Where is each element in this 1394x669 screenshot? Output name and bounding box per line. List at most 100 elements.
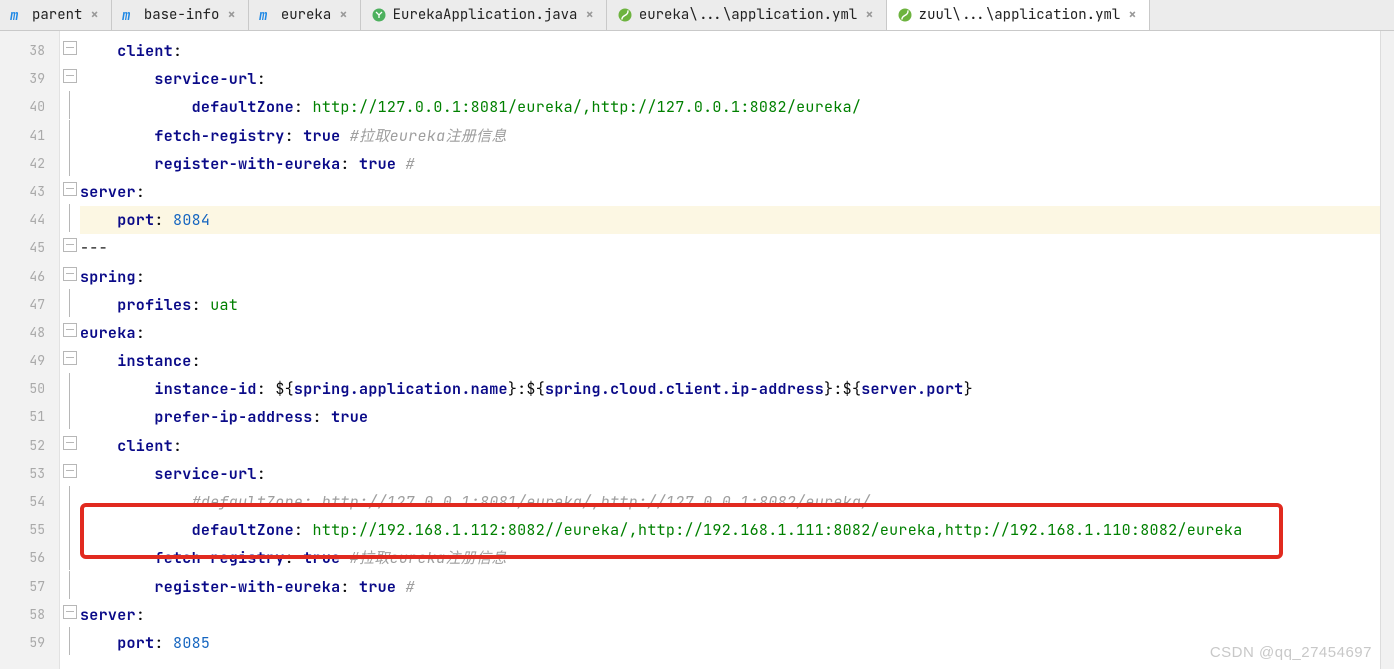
maven-icon: m bbox=[259, 7, 275, 23]
fold-mark[interactable] bbox=[60, 573, 80, 601]
tab-1[interactable]: m base-info × bbox=[112, 0, 249, 30]
code-line[interactable]: client: bbox=[80, 37, 1380, 65]
line-number: 40 bbox=[0, 93, 59, 121]
line-number: 39 bbox=[0, 65, 59, 93]
close-icon[interactable]: × bbox=[583, 6, 595, 24]
fold-mark[interactable] bbox=[60, 206, 80, 234]
tab-bar: mparent×mbase-info×meureka×EurekaApplica… bbox=[0, 0, 1394, 31]
java-icon bbox=[371, 7, 387, 23]
code-line[interactable]: register-with-eureka: true # bbox=[80, 573, 1380, 601]
close-icon[interactable]: × bbox=[225, 6, 237, 24]
line-number: 56 bbox=[0, 544, 59, 572]
line-number: 54 bbox=[0, 488, 59, 516]
tab-2[interactable]: meureka × bbox=[249, 0, 361, 30]
code-line[interactable]: profiles: uat bbox=[80, 291, 1380, 319]
fold-mark[interactable] bbox=[60, 544, 80, 572]
line-number: 41 bbox=[0, 122, 59, 150]
spring-icon bbox=[617, 7, 633, 23]
tab-4[interactable]: eureka\...\application.yml × bbox=[607, 0, 887, 30]
code-line[interactable]: service-url: bbox=[80, 460, 1380, 488]
fold-mark[interactable] bbox=[60, 263, 80, 291]
line-number: 45 bbox=[0, 234, 59, 262]
fold-mark[interactable] bbox=[60, 516, 80, 544]
svg-text:m: m bbox=[259, 7, 268, 23]
line-number: 49 bbox=[0, 347, 59, 375]
line-number: 48 bbox=[0, 319, 59, 347]
fold-mark[interactable] bbox=[60, 601, 80, 629]
line-number: 43 bbox=[0, 178, 59, 206]
code-line[interactable]: port: 8085 bbox=[80, 629, 1380, 657]
code-line[interactable]: register-with-eureka: true # bbox=[80, 150, 1380, 178]
tab-3[interactable]: EurekaApplication.java × bbox=[361, 0, 607, 30]
fold-mark[interactable] bbox=[60, 347, 80, 375]
tab-label: eureka bbox=[281, 6, 331, 24]
code-line[interactable]: fetch-registry: true #拉取eureka注册信息 bbox=[80, 544, 1380, 572]
spring-icon bbox=[897, 7, 913, 23]
close-icon[interactable]: × bbox=[1126, 6, 1138, 24]
tab-label: EurekaApplication.java bbox=[393, 6, 578, 24]
watermark-text: CSDN @qq_27454697 bbox=[1210, 644, 1372, 661]
code-line[interactable]: server: bbox=[80, 601, 1380, 629]
close-icon[interactable]: × bbox=[337, 6, 349, 24]
line-number: 55 bbox=[0, 516, 59, 544]
fold-mark[interactable] bbox=[60, 403, 80, 431]
svg-text:m: m bbox=[10, 7, 19, 23]
line-number: 53 bbox=[0, 460, 59, 488]
close-icon[interactable]: × bbox=[863, 6, 875, 24]
fold-mark[interactable] bbox=[60, 93, 80, 121]
tab-5[interactable]: zuul\...\application.yml × bbox=[887, 0, 1150, 30]
vertical-scrollbar[interactable] bbox=[1380, 31, 1394, 669]
code-line[interactable]: instance: bbox=[80, 347, 1380, 375]
code-line[interactable]: defaultZone: http://192.168.1.112:8082//… bbox=[80, 516, 1380, 544]
line-number: 47 bbox=[0, 291, 59, 319]
fold-gutter[interactable] bbox=[60, 31, 80, 669]
maven-icon: m bbox=[122, 7, 138, 23]
line-number-gutter: 3839404142434445464748495051525354555657… bbox=[0, 31, 60, 669]
fold-mark[interactable] bbox=[60, 37, 80, 65]
code-line[interactable]: defaultZone: http://127.0.0.1:8081/eurek… bbox=[80, 93, 1380, 121]
code-line[interactable]: #defaultZone: http://127.0.0.1:8081/eure… bbox=[80, 488, 1380, 516]
fold-mark[interactable] bbox=[60, 178, 80, 206]
line-number: 44 bbox=[0, 206, 59, 234]
fold-mark[interactable] bbox=[60, 65, 80, 93]
tab-label: zuul\...\application.yml bbox=[919, 6, 1121, 24]
tab-label: eureka\...\application.yml bbox=[639, 6, 857, 24]
fold-mark[interactable] bbox=[60, 375, 80, 403]
fold-mark[interactable] bbox=[60, 122, 80, 150]
code-line[interactable]: spring: bbox=[80, 263, 1380, 291]
line-number: 52 bbox=[0, 432, 59, 460]
tab-0[interactable]: mparent × bbox=[0, 0, 112, 30]
code-line[interactable]: instance-id: ${spring.application.name}:… bbox=[80, 375, 1380, 403]
fold-mark[interactable] bbox=[60, 432, 80, 460]
tab-label: parent bbox=[32, 6, 82, 24]
fold-mark[interactable] bbox=[60, 460, 80, 488]
code-editor[interactable]: 3839404142434445464748495051525354555657… bbox=[0, 31, 1394, 669]
fold-mark[interactable] bbox=[60, 234, 80, 262]
fold-mark[interactable] bbox=[60, 291, 80, 319]
fold-mark[interactable] bbox=[60, 150, 80, 178]
svg-text:m: m bbox=[122, 7, 131, 23]
line-number: 57 bbox=[0, 573, 59, 601]
code-line[interactable]: client: bbox=[80, 432, 1380, 460]
code-line[interactable]: fetch-registry: true #拉取eureka注册信息 bbox=[80, 122, 1380, 150]
code-line[interactable]: service-url: bbox=[80, 65, 1380, 93]
code-line[interactable]: server: bbox=[80, 178, 1380, 206]
line-number: 38 bbox=[0, 37, 59, 65]
line-number: 58 bbox=[0, 601, 59, 629]
tab-label: base-info bbox=[144, 6, 220, 24]
fold-mark[interactable] bbox=[60, 488, 80, 516]
close-icon[interactable]: × bbox=[88, 6, 100, 24]
code-line[interactable]: --- bbox=[80, 234, 1380, 262]
code-line[interactable]: port: 8084 bbox=[80, 206, 1380, 234]
line-number: 50 bbox=[0, 375, 59, 403]
code-line[interactable]: prefer-ip-address: true bbox=[80, 403, 1380, 431]
code-area[interactable]: client: service-url: defaultZone: http:/… bbox=[80, 31, 1380, 669]
maven-icon: m bbox=[10, 7, 26, 23]
line-number: 59 bbox=[0, 629, 59, 657]
fold-mark[interactable] bbox=[60, 319, 80, 347]
fold-mark[interactable] bbox=[60, 629, 80, 657]
line-number: 46 bbox=[0, 263, 59, 291]
code-line[interactable]: eureka: bbox=[80, 319, 1380, 347]
line-number: 51 bbox=[0, 403, 59, 431]
line-number: 42 bbox=[0, 150, 59, 178]
